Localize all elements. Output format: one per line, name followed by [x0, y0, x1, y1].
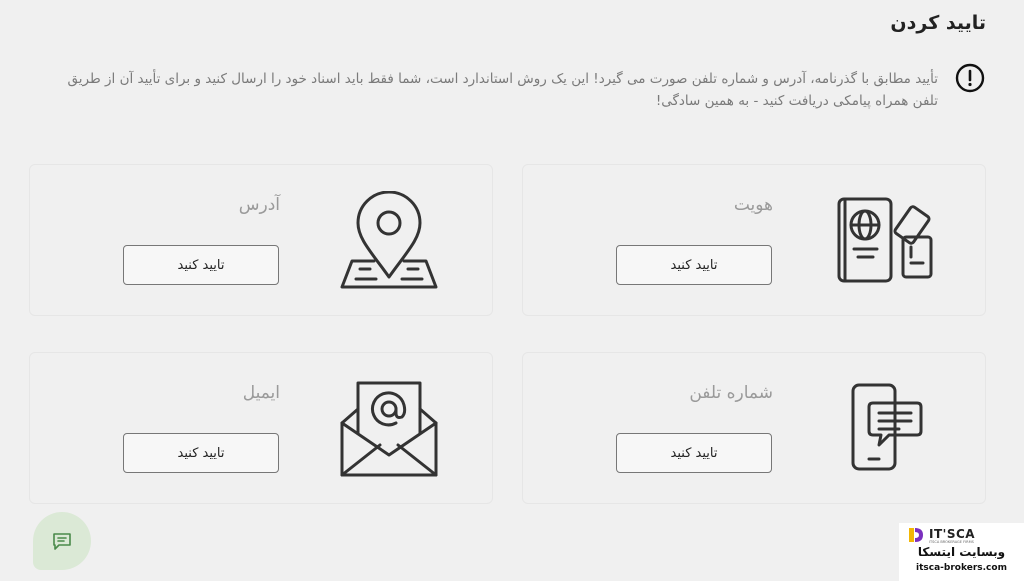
verify-identity-button[interactable]: تایید کنید: [616, 245, 772, 285]
address-label: آدرس: [238, 195, 280, 215]
notice-text: تأیید مطابق با گذرنامه، آدرس و شماره تلف…: [67, 71, 938, 109]
map-pin-icon: [340, 191, 438, 289]
exclamation-circle-icon: [955, 63, 985, 93]
email-card: ایمیل تایید کنید: [29, 352, 493, 504]
verify-email-button[interactable]: تایید کنید: [123, 433, 279, 473]
address-card: آدرس تایید کنید: [29, 164, 493, 316]
page-title: تایید کردن: [890, 12, 986, 34]
phone-message-icon: [851, 383, 923, 471]
itsca-logo-icon: [909, 528, 923, 542]
passport-icon: [837, 197, 933, 283]
verify-address-button[interactable]: تایید کنید: [123, 245, 279, 285]
verify-phone-button[interactable]: تایید کنید: [616, 433, 772, 473]
watermark: IT'SCA ITSCA BROKERAGE FIRMS وبسایت ایتس…: [899, 523, 1024, 581]
phone-card: شماره تلفن تایید کنید: [522, 352, 986, 504]
chat-icon: [53, 533, 71, 550]
phone-label: شماره تلفن: [689, 383, 773, 403]
watermark-brand: IT'SCA: [929, 527, 976, 541]
watermark-title: وبسایت ایتسکا: [917, 545, 1006, 559]
envelope-at-icon: [340, 381, 438, 477]
identity-label: هویت: [733, 195, 773, 215]
identity-card: هویت تایید کنید: [522, 164, 986, 316]
email-label: ایمیل: [242, 383, 280, 403]
watermark-subtitle: ITSCA BROKERAGE FIRMS: [929, 540, 974, 544]
chat-button[interactable]: [33, 512, 91, 570]
watermark-url: itsca-brokers.com: [916, 563, 1007, 573]
